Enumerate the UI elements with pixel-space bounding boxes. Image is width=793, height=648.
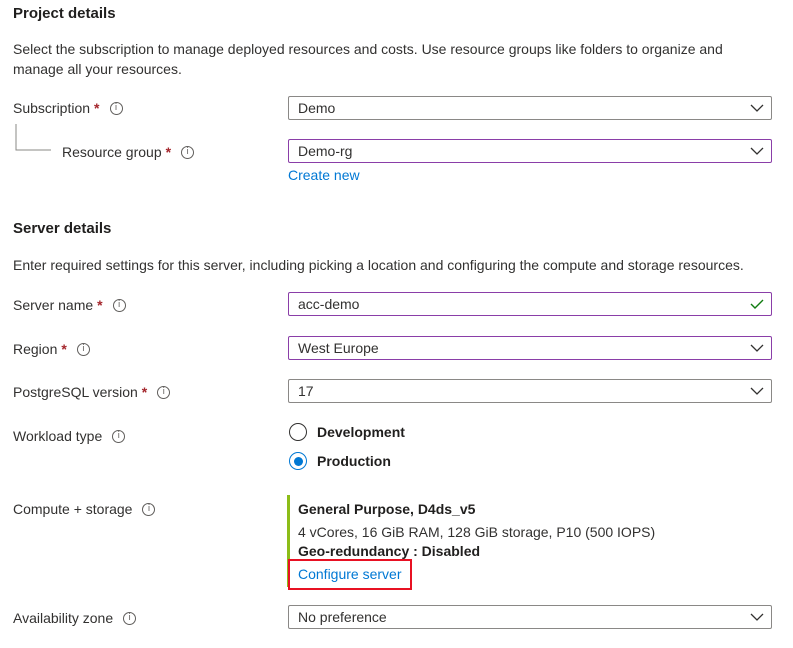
chevron-down-icon — [743, 97, 771, 119]
postgresql-version-value: 17 — [298, 383, 314, 399]
project-details-heading: Project details — [13, 5, 116, 22]
server-details-description: Enter required settings for this server,… — [13, 257, 744, 273]
availability-zone-label-text: Availability zone — [13, 610, 114, 626]
postgresql-version-label: PostgreSQL version * i — [13, 384, 171, 400]
workload-option-label: Development — [317, 424, 405, 440]
availability-zone-value: No preference — [298, 609, 387, 625]
radio-button[interactable] — [289, 423, 307, 441]
tree-connector — [15, 124, 51, 151]
workload-option-development[interactable]: Development — [289, 423, 405, 441]
compute-storage-label-text: Compute + storage — [13, 501, 133, 517]
server-name-value: acc-demo — [298, 296, 360, 312]
subscription-value: Demo — [298, 100, 336, 116]
info-icon[interactable]: i — [123, 611, 137, 625]
workload-type-label-text: Workload type — [13, 428, 103, 444]
info-icon[interactable]: i — [181, 145, 195, 159]
info-icon[interactable]: i — [142, 502, 156, 516]
subscription-dropdown[interactable]: Demo — [288, 96, 772, 120]
postgresql-version-label-text: PostgreSQL version — [13, 384, 138, 400]
info-icon[interactable]: i — [157, 385, 171, 399]
chevron-down-icon — [743, 337, 771, 359]
availability-zone-label: Availability zone i — [13, 610, 137, 626]
required-asterisk: * — [61, 341, 67, 357]
region-label: Region * i — [13, 341, 90, 357]
required-asterisk: * — [165, 144, 172, 160]
required-asterisk: * — [141, 384, 148, 400]
info-icon[interactable]: i — [109, 101, 123, 115]
workload-option-production[interactable]: Production — [289, 452, 391, 470]
server-details-heading: Server details — [13, 220, 112, 237]
compute-storage-label: Compute + storage i — [13, 501, 156, 517]
workload-option-label: Production — [317, 453, 391, 469]
compute-specs: 4 vCores, 16 GiB RAM, 128 GiB storage, P… — [298, 524, 656, 540]
project-details-description: Select the subscription to manage deploy… — [13, 41, 723, 77]
configure-server-link[interactable]: Configure server — [298, 566, 402, 582]
postgresql-version-dropdown[interactable]: 17 — [288, 379, 772, 403]
subscription-label: Subscription * i — [13, 100, 123, 116]
geo-redundancy: Geo-redundancy : Disabled — [298, 543, 481, 559]
chevron-down-icon — [743, 140, 771, 162]
radio-button-selected[interactable] — [289, 452, 307, 470]
subscription-label-text: Subscription — [13, 100, 91, 116]
server-name-label-text: Server name — [13, 297, 94, 313]
availability-zone-dropdown[interactable]: No preference — [288, 605, 772, 629]
region-dropdown[interactable]: West Europe — [288, 336, 772, 360]
chevron-down-icon — [743, 606, 771, 628]
checkmark-icon — [743, 293, 771, 315]
region-value: West Europe — [298, 340, 379, 356]
workload-type-label: Workload type i — [13, 428, 126, 444]
required-asterisk: * — [94, 100, 100, 116]
resource-group-value: Demo-rg — [298, 143, 353, 159]
server-name-input[interactable]: acc-demo — [288, 292, 772, 316]
create-new-link[interactable]: Create new — [288, 167, 360, 183]
resource-group-label-text: Resource group — [62, 144, 162, 160]
server-name-label: Server name * i — [13, 297, 126, 313]
info-icon[interactable]: i — [76, 342, 90, 356]
info-icon[interactable]: i — [112, 298, 126, 312]
info-icon[interactable]: i — [112, 429, 126, 443]
region-label-text: Region — [13, 341, 58, 357]
compute-tier: General Purpose, D4ds_v5 — [298, 501, 476, 517]
required-asterisk: * — [97, 297, 103, 313]
resource-group-label: Resource group * i — [62, 144, 195, 160]
resource-group-dropdown[interactable]: Demo-rg — [288, 139, 772, 163]
chevron-down-icon — [743, 380, 771, 402]
